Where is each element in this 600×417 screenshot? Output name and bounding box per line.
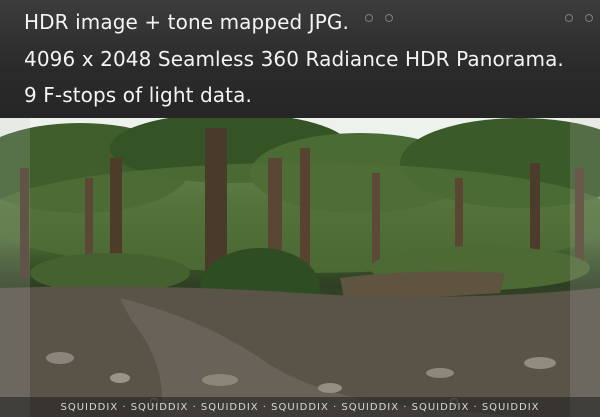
product-image: HDR image + tone mapped JPG. 4096 x 2048… xyxy=(0,0,600,417)
left-edge-band xyxy=(0,118,30,417)
watermark-strip: SQUIDDIX · SQUIDDIX · SQUIDDIX · SQUIDDI… xyxy=(0,397,600,417)
watermark-dot-icon xyxy=(365,14,373,22)
watermark-text: SQUIDDIX · SQUIDDIX · SQUIDDIX · SQUIDDI… xyxy=(60,401,540,413)
header-banner: HDR image + tone mapped JPG. 4096 x 2048… xyxy=(0,0,600,118)
watermark-dot-icon xyxy=(585,14,593,22)
headline-line-1: HDR image + tone mapped JPG. xyxy=(24,10,349,34)
forest-scene-illustration xyxy=(0,118,600,417)
headline-line-2: 4096 x 2048 Seamless 360 Radiance HDR Pa… xyxy=(24,47,564,71)
watermark-dot-icon xyxy=(385,14,393,22)
right-edge-band xyxy=(570,118,600,417)
watermark-dot-icon xyxy=(565,14,573,22)
headline-line-3: 9 F-stops of light data. xyxy=(24,83,252,107)
panorama-photo xyxy=(0,118,600,417)
